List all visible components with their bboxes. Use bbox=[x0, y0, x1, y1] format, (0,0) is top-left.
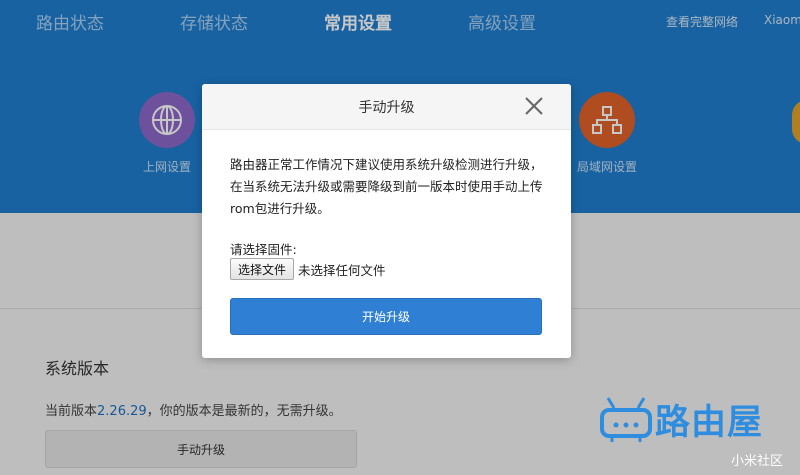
watermark: 路由屋 小米社区 bbox=[596, 392, 796, 472]
watermark-subtext: 小米社区 bbox=[731, 454, 784, 469]
watermark-brand: 路由屋 bbox=[655, 403, 764, 443]
dialog-description: 路由器正常工作情况下建议使用系统升级检测进行升级，在当系统无法升级或需要降级到前… bbox=[230, 157, 543, 216]
router-logo-icon bbox=[600, 397, 652, 442]
dialog-header: 手动升级 bbox=[202, 84, 571, 130]
close-icon[interactable] bbox=[523, 95, 545, 117]
file-picker: 选择文件 未选择任何文件 bbox=[230, 258, 386, 280]
dialog-title: 手动升级 bbox=[358, 100, 415, 116]
start-upgrade-button[interactable]: 开始升级 bbox=[230, 298, 542, 335]
choose-file-button[interactable]: 选择文件 bbox=[230, 258, 295, 280]
firmware-label: 请选择固件: bbox=[230, 242, 297, 257]
file-status-text: 未选择任何文件 bbox=[298, 262, 386, 278]
manual-upgrade-dialog: 手动升级 路由器正常工作情况下建议使用系统升级检测进行升级，在当系统无法升级或需… bbox=[202, 84, 571, 358]
